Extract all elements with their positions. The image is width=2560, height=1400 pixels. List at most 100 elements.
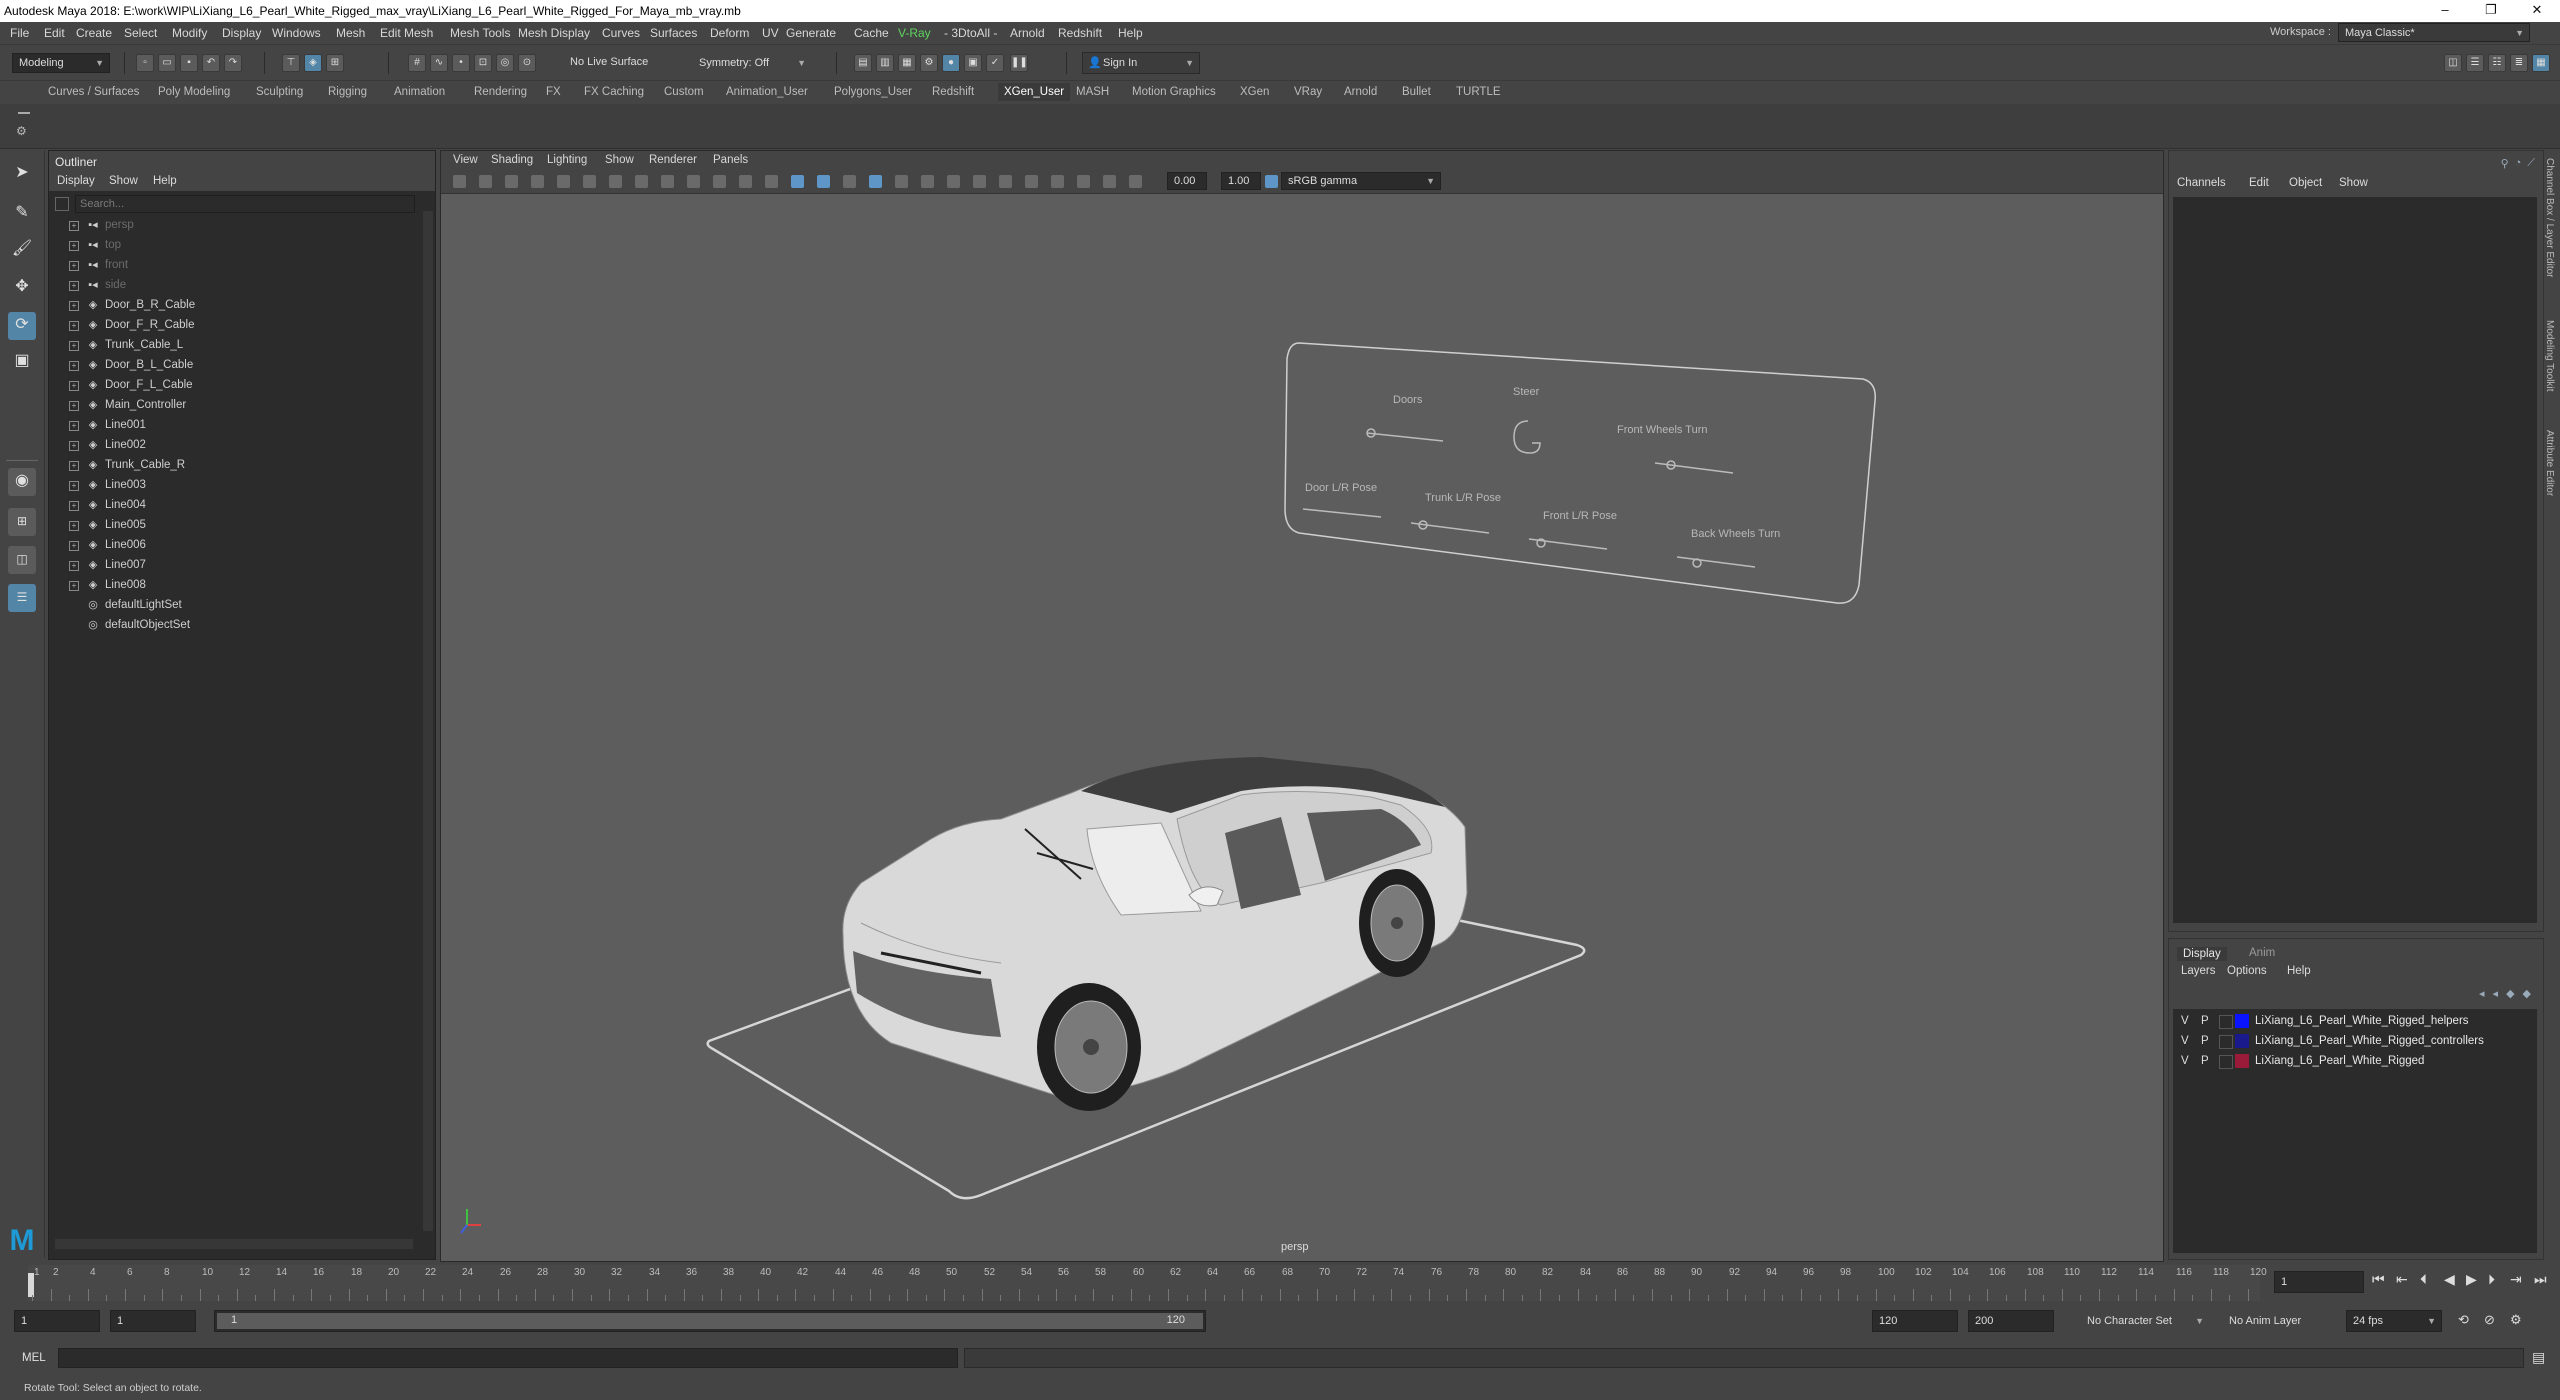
shelf-tab-polygons-user[interactable]: Polygons_User <box>834 86 912 98</box>
scene-view[interactable]: Doors Steer Front Wheels Turn Door L/R P… <box>441 193 2163 1259</box>
gate-mask-icon[interactable] <box>687 175 700 188</box>
expand-icon[interactable]: + <box>69 321 79 331</box>
bookmark-icon[interactable] <box>505 175 518 188</box>
shelf-tab-fx[interactable]: FX <box>546 86 561 98</box>
vray-render-icon[interactable]: ✓ <box>986 54 1004 72</box>
controller-board[interactable] <box>1284 342 1876 604</box>
move-layer-up-icon[interactable]: ◂ <box>2479 987 2485 1000</box>
snap-surface-icon[interactable]: ◎ <box>496 54 514 72</box>
color-space-dropdown[interactable]: sRGB gamma ▼ <box>1281 172 1441 190</box>
shelf-tab-bullet[interactable]: Bullet <box>1402 86 1431 98</box>
xray-active-icon[interactable] <box>1051 175 1064 188</box>
outliner-item[interactable]: + ▪◂ front <box>49 255 419 275</box>
shelf-tab-custom[interactable]: Custom <box>664 86 704 98</box>
menu-deform[interactable]: Deform <box>710 26 749 40</box>
expand-icon[interactable]: + <box>69 561 79 571</box>
camera-select-icon[interactable] <box>453 175 466 188</box>
viewport-panel[interactable]: View Shading Lighting Show Renderer Pane… <box>440 150 2164 1262</box>
outliner-item[interactable]: + ◈ Door_F_L_Cable <box>49 375 419 395</box>
single-perspective-layout-icon[interactable]: ◉ <box>8 468 36 496</box>
outliner-item[interactable]: + ◈ Main_Controller <box>49 395 419 415</box>
time-slider[interactable]: 1 2 4 6 8 10 12 14 16 18 20 22 24 26 28 30 32 34 36 38 40 42 4… <box>0 1265 2560 1301</box>
xray-joints-icon[interactable] <box>1077 175 1090 188</box>
shelf-tab-curves-surfaces[interactable]: Curves / Surfaces <box>48 86 139 98</box>
exposure-icon[interactable] <box>1129 175 1142 188</box>
pause-render-icon[interactable]: ❚❚ <box>1010 54 1028 72</box>
shelf-tab-fx-caching[interactable]: FX Caching <box>584 86 644 98</box>
snap-curve-icon[interactable]: ∿ <box>430 54 448 72</box>
script-editor-icon[interactable]: ▤ <box>2532 1349 2545 1366</box>
rotate-tool-icon[interactable]: ⟳ <box>8 312 36 340</box>
redo-icon[interactable]: ↷ <box>224 54 242 72</box>
playback-start-field[interactable]: 1 <box>110 1310 196 1332</box>
film-gate-icon[interactable] <box>635 175 648 188</box>
shelf-tab-poly-modeling[interactable]: Poly Modeling <box>158 86 230 98</box>
outliner-item[interactable]: + ◈ Door_F_R_Cable <box>49 315 419 335</box>
outliner-menu-show[interactable]: Show <box>109 175 138 187</box>
loop-icon[interactable]: ⟲ <box>2458 1312 2469 1328</box>
snap-grid-icon[interactable]: # <box>408 54 426 72</box>
workspace-dropdown[interactable]: Maya Classic* ▼ <box>2338 23 2530 42</box>
undo-icon[interactable]: ↶ <box>202 54 220 72</box>
outliner-item[interactable]: + ◈ Line007 <box>49 555 419 575</box>
render-icon[interactable]: ▤ <box>854 54 872 72</box>
viewport-menu-lighting[interactable]: Lighting <box>547 154 587 166</box>
range-slider[interactable]: 1 120 <box>214 1310 1206 1332</box>
shelf-tab-animation[interactable]: Animation <box>394 86 445 98</box>
live-surface-label[interactable]: No Live Surface <box>570 56 648 68</box>
menu-surfaces[interactable]: Surfaces <box>650 26 697 40</box>
expand-icon[interactable]: + <box>69 241 79 251</box>
shelf-tab-arnold[interactable]: Arnold <box>1344 86 1377 98</box>
animation-end-field[interactable]: 200 <box>1968 1310 2054 1332</box>
shelf-menu-icon[interactable] <box>18 112 30 114</box>
move-tool-icon[interactable]: ✥ <box>8 274 36 302</box>
grid-icon[interactable] <box>609 175 622 188</box>
minimize-button[interactable]: – <box>2422 0 2468 22</box>
side-tab-channel-box[interactable]: Channel Box / Layer Editor <box>2544 158 2555 278</box>
layer-row[interactable]: V P LiXiang_L6_Pearl_White_Rigged_controll… <box>2173 1031 2537 1051</box>
paint-select-tool-icon[interactable]: 🖌 <box>8 236 36 264</box>
select-hierarchy-icon[interactable]: ⊤ <box>282 54 300 72</box>
go-to-end-icon[interactable]: ⏭ <box>2534 1271 2547 1288</box>
shelf-tab-vray[interactable]: VRay <box>1294 86 1322 98</box>
outliner-item[interactable]: + ◈ Line004 <box>49 495 419 515</box>
textured-icon[interactable] <box>843 175 856 188</box>
layer-menu-options[interactable]: Options <box>2227 965 2267 977</box>
layer-color-swatch[interactable] <box>2235 1034 2249 1048</box>
menu-mesh[interactable]: Mesh <box>336 26 365 40</box>
camera-attributes-icon[interactable] <box>479 175 492 188</box>
menu-select[interactable]: Select <box>124 26 157 40</box>
expand-icon[interactable]: + <box>69 221 79 231</box>
outliner-item[interactable]: + ◈ Line006 <box>49 535 419 555</box>
backface-culling-icon[interactable] <box>1103 175 1116 188</box>
expand-icon[interactable]: + <box>69 401 79 411</box>
move-layer-down-icon[interactable]: ◂ <box>2493 987 2499 1000</box>
channel-box-pin-icon[interactable]: ⚲ <box>2501 157 2509 170</box>
outliner-item[interactable]: + ◈ Trunk_Cable_L <box>49 335 419 355</box>
expand-icon[interactable]: + <box>69 301 79 311</box>
outliner-menu-help[interactable]: Help <box>153 175 177 187</box>
channel-box-menu-channels[interactable]: Channels <box>2177 177 2226 189</box>
menu-edit-mesh[interactable]: Edit Mesh <box>380 26 433 40</box>
layer-color-swatch[interactable] <box>2235 1054 2249 1068</box>
layer-color-swatch[interactable] <box>2235 1014 2249 1028</box>
outliner-item[interactable]: + ▪◂ top <box>49 235 419 255</box>
menu-curves[interactable]: Curves <box>602 26 640 40</box>
tab-display[interactable]: Display <box>2177 947 2227 961</box>
outliner-item[interactable]: + ◈ Line002 <box>49 435 419 455</box>
menu-3dtoall[interactable]: - 3DtoAll - <box>944 26 997 40</box>
outliner-menu-display[interactable]: Display <box>57 175 95 187</box>
lasso-tool-icon[interactable]: ✎ <box>8 200 36 228</box>
step-back-frame-icon[interactable]: ⏴ <box>2420 1271 2427 1288</box>
viewport-menu-view[interactable]: View <box>453 154 478 166</box>
viewport-menu-shading[interactable]: Shading <box>491 154 533 166</box>
sign-in-button[interactable]: 👤 Sign In ▼ <box>1082 52 1200 74</box>
symmetry-dropdown[interactable]: Symmetry: Off ▼ <box>692 53 812 73</box>
grease-pencil-icon[interactable] <box>583 175 596 188</box>
viewport-menu-show[interactable]: Show <box>605 154 634 166</box>
attribute-editor-icon[interactable]: ☰ <box>2466 54 2484 72</box>
layer-visibility-toggle[interactable]: V <box>2181 1011 2189 1031</box>
shelf-tab-turtle[interactable]: TURTLE <box>1456 86 1501 98</box>
layer-row[interactable]: V P LiXiang_L6_Pearl_White_Rigged <box>2173 1051 2537 1071</box>
expand-icon[interactable]: + <box>69 381 79 391</box>
